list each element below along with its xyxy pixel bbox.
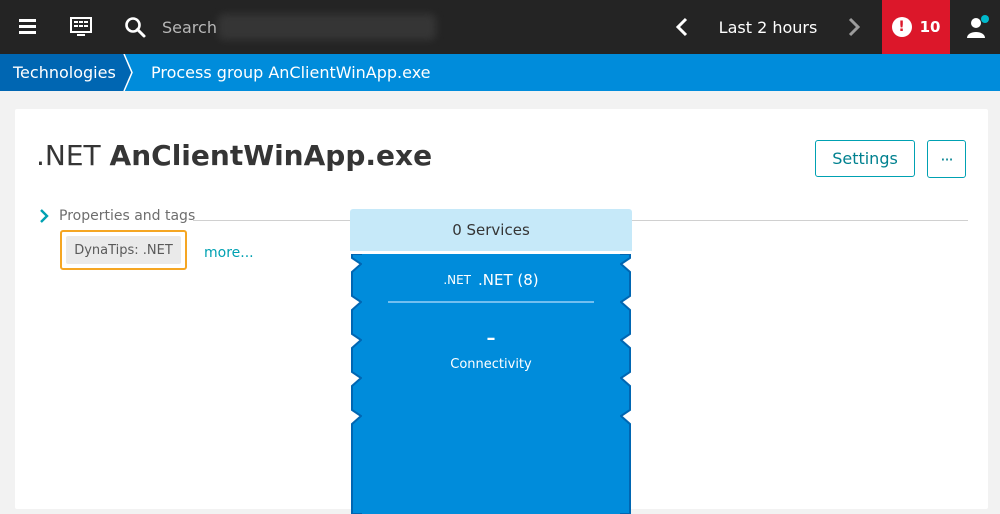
alert-icon: ! (891, 17, 912, 37)
breadcrumb: Technologies Process group AnClientWinAp… (0, 54, 1000, 91)
search-input[interactable] (162, 12, 442, 42)
problems-button[interactable]: ! 10 (882, 0, 950, 54)
dynatip-highlight: DynaTips: .NET (60, 230, 187, 270)
more-actions-button[interactable]: ··· (927, 140, 966, 178)
process-group-node[interactable] (350, 254, 632, 514)
dynatip-tag[interactable]: DynaTips: .NET (66, 236, 181, 264)
divider (388, 301, 594, 303)
technology-label: .NET (8) (478, 271, 539, 289)
timeframe-selector[interactable]: Last 2 hours (708, 0, 828, 54)
chevron-left-icon[interactable] (668, 0, 696, 54)
breadcrumb-separator-icon (118, 54, 133, 91)
user-icon[interactable] (960, 0, 996, 54)
properties-and-tags-toggle[interactable]: Properties and tags (59, 208, 195, 224)
chevron-right-icon[interactable] (840, 0, 868, 54)
technology-row: .NET .NET (8) (380, 269, 602, 291)
search-icon[interactable] (120, 0, 150, 54)
breadcrumb-current: Process group AnClientWinApp.exe (151, 63, 431, 82)
title-technology: .NET (36, 139, 101, 172)
breadcrumb-technologies[interactable]: Technologies (0, 54, 124, 91)
connectivity-label: Connectivity (450, 357, 532, 372)
chevron-right-icon[interactable] (38, 209, 50, 223)
title-process-name: AnClientWinApp.exe (109, 139, 433, 172)
settings-button[interactable]: Settings (815, 140, 915, 177)
services-box[interactable]: 0 Services (350, 209, 632, 251)
problems-count: 10 (919, 18, 941, 36)
more-link[interactable]: more... (204, 245, 254, 261)
monitor-icon[interactable] (66, 0, 96, 54)
connectivity-value: – (486, 328, 496, 349)
top-navigation-bar: Last 2 hours ! 10 (0, 0, 1000, 54)
dotnet-icon: .NET (443, 273, 472, 287)
page-title: .NET AnClientWinApp.exe (36, 139, 432, 172)
menu-icon[interactable] (14, 0, 42, 54)
